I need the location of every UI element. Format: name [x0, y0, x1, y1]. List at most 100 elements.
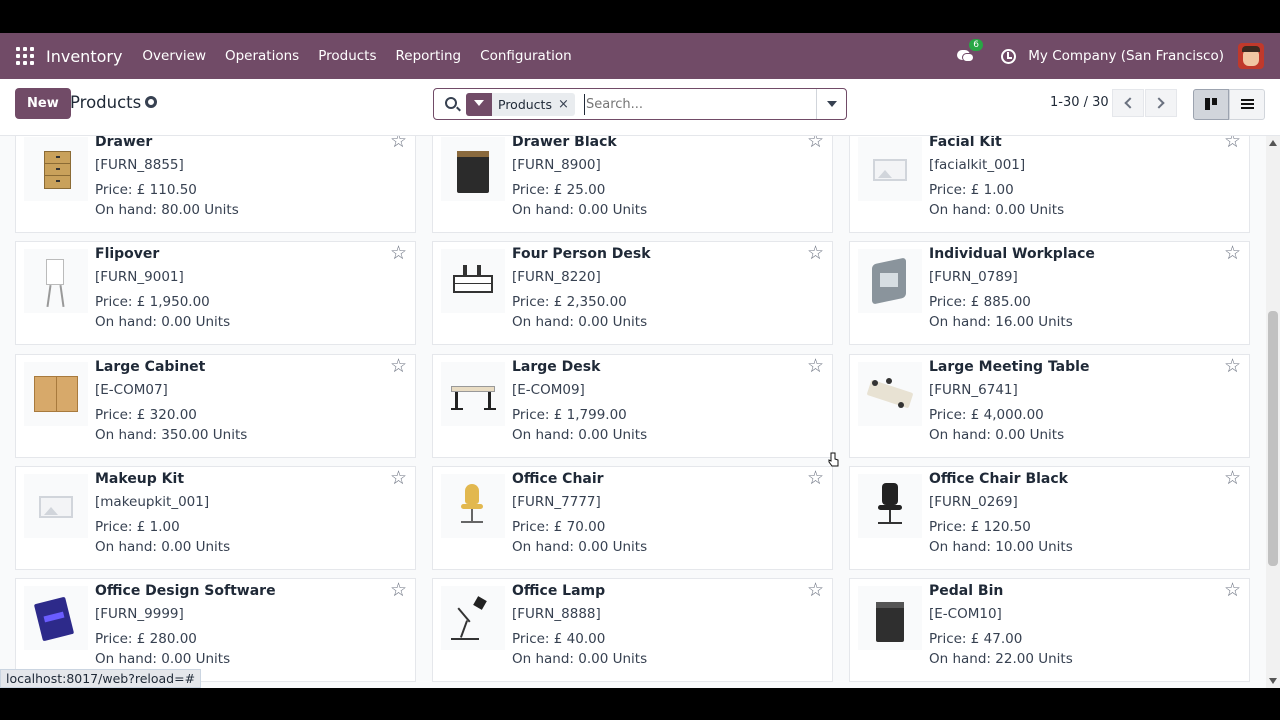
product-on-hand: On hand: 0.00 Units — [512, 539, 648, 555]
star-icon[interactable]: ☆ — [390, 136, 407, 151]
product-name: Makeup Kit — [95, 471, 185, 487]
chair-image — [441, 474, 505, 538]
kanban-view: Drawer [FURN_8855] Price: £ 110.50 On ha… — [0, 136, 1266, 688]
product-on-hand: On hand: 0.00 Units — [929, 202, 1065, 218]
cabinet-image — [24, 362, 88, 426]
menu-operations[interactable]: Operations — [225, 48, 299, 64]
product-price: Price: £ 280.00 — [95, 631, 197, 647]
product-card[interactable]: Large Meeting Table [FURN_6741] Price: £… — [849, 354, 1250, 458]
star-icon[interactable]: ☆ — [1224, 581, 1241, 600]
product-card[interactable]: Office Lamp [FURN_8888] Price: £ 40.00 O… — [432, 578, 833, 682]
product-card[interactable]: Office Chair [FURN_7777] Price: £ 70.00 … — [432, 466, 833, 570]
scroll-down-arrow-icon[interactable] — [1269, 678, 1277, 684]
app-grid-icon[interactable] — [16, 47, 34, 65]
product-price: Price: £ 4,000.00 — [929, 407, 1044, 423]
kanban-view-button[interactable] — [1193, 89, 1229, 120]
page-title[interactable]: Products — [70, 93, 141, 112]
company-switcher[interactable]: My Company (San Francisco) — [1028, 48, 1224, 64]
product-price: Price: £ 120.50 — [929, 519, 1031, 535]
product-card[interactable]: Four Person Desk [FURN_8220] Price: £ 2,… — [432, 241, 833, 345]
product-code: [FURN_9001] — [95, 269, 184, 285]
product-code: [FURN_8900] — [512, 157, 601, 173]
pager-next-button[interactable] — [1145, 89, 1177, 117]
star-icon[interactable]: ☆ — [1224, 469, 1241, 488]
product-card[interactable]: Office Design Software [FURN_9999] Price… — [15, 578, 416, 682]
product-card[interactable]: Large Cabinet [E-COM07] Price: £ 320.00 … — [15, 354, 416, 458]
product-price: Price: £ 1,950.00 — [95, 294, 210, 310]
product-name: Pedal Bin — [929, 583, 1004, 599]
chat-badge: 6 — [969, 39, 984, 51]
product-code: [E-COM07] — [95, 382, 168, 398]
product-card[interactable]: Flipover [FURN_9001] Price: £ 1,950.00 O… — [15, 241, 416, 345]
facet-remove-icon[interactable]: × — [558, 93, 575, 116]
product-code: [FURN_8220] — [512, 269, 601, 285]
vertical-scrollbar[interactable] — [1266, 136, 1280, 688]
product-card[interactable]: Makeup Kit [makeupkit_001] Price: £ 1.00… — [15, 466, 416, 570]
product-code: [facialkit_001] — [929, 157, 1026, 173]
scrollbar-thumb[interactable] — [1268, 311, 1278, 566]
star-icon[interactable]: ☆ — [390, 581, 407, 600]
placeholder-image — [24, 474, 88, 538]
product-name: Large Cabinet — [95, 359, 206, 375]
main-menu: Overview Operations Products Reporting C… — [142, 48, 590, 64]
product-price: Price: £ 1.00 — [95, 519, 180, 535]
product-card[interactable]: Pedal Bin [E-COM10] Price: £ 47.00 On ha… — [849, 578, 1250, 682]
product-on-hand: On hand: 0.00 Units — [95, 651, 231, 667]
star-icon[interactable]: ☆ — [1224, 357, 1241, 376]
product-on-hand: On hand: 0.00 Units — [512, 202, 648, 218]
product-card[interactable]: Drawer Black [FURN_8900] Price: £ 25.00 … — [432, 136, 833, 233]
product-card[interactable]: Individual Workplace [FURN_0789] Price: … — [849, 241, 1250, 345]
product-card[interactable]: Drawer [FURN_8855] Price: £ 110.50 On ha… — [15, 136, 416, 233]
list-view-button[interactable] — [1229, 89, 1265, 120]
filter-facet: Products × — [466, 93, 575, 116]
lamp-image — [441, 586, 505, 650]
product-price: Price: £ 110.50 — [95, 182, 197, 198]
product-price: Price: £ 40.00 — [512, 631, 606, 647]
star-icon[interactable]: ☆ — [807, 136, 824, 151]
product-card[interactable]: Facial Kit [facialkit_001] Price: £ 1.00… — [849, 136, 1250, 233]
pager-previous-button[interactable] — [1112, 89, 1144, 117]
product-code: [FURN_8888] — [512, 606, 601, 622]
product-code: [FURN_7777] — [512, 494, 601, 510]
chat-icon[interactable]: 6 — [957, 39, 984, 65]
product-name: Drawer Black — [512, 136, 617, 150]
star-icon[interactable]: ☆ — [390, 357, 407, 376]
user-avatar[interactable] — [1238, 43, 1264, 69]
meeting-table-image — [858, 362, 922, 426]
activity-clock-icon[interactable] — [1001, 48, 1017, 64]
product-card[interactable]: Office Chair Black [FURN_0269] Price: £ … — [849, 466, 1250, 570]
search-icon[interactable] — [445, 97, 457, 109]
product-name: Flipover — [95, 246, 160, 262]
menu-products[interactable]: Products — [318, 48, 376, 64]
menu-overview[interactable]: Overview — [142, 48, 206, 64]
search-options-toggle[interactable] — [816, 89, 846, 119]
star-icon[interactable]: ☆ — [807, 357, 824, 376]
flipover-image — [24, 249, 88, 313]
new-button[interactable]: New — [15, 88, 71, 119]
product-price: Price: £ 25.00 — [512, 182, 606, 198]
star-icon[interactable]: ☆ — [807, 244, 824, 263]
pager-value[interactable]: 1-30 / 30 — [1050, 95, 1109, 110]
star-icon[interactable]: ☆ — [390, 469, 407, 488]
scroll-up-arrow-icon[interactable] — [1269, 140, 1277, 146]
product-code: [E-COM09] — [512, 382, 585, 398]
star-icon[interactable]: ☆ — [807, 469, 824, 488]
search-input[interactable] — [584, 94, 814, 115]
placeholder-image — [858, 137, 922, 201]
product-card[interactable]: Large Desk [E-COM09] Price: £ 1,799.00 O… — [432, 354, 833, 458]
mouse-pointer-icon — [828, 452, 839, 467]
menu-reporting[interactable]: Reporting — [396, 48, 462, 64]
star-icon[interactable]: ☆ — [1224, 244, 1241, 263]
product-on-hand: On hand: 0.00 Units — [95, 539, 231, 555]
bin-image — [858, 586, 922, 650]
product-name: Large Meeting Table — [929, 359, 1090, 375]
product-price: Price: £ 2,350.00 — [512, 294, 627, 310]
gear-icon[interactable] — [145, 96, 157, 108]
menu-configuration[interactable]: Configuration — [480, 48, 572, 64]
star-icon[interactable]: ☆ — [807, 581, 824, 600]
star-icon[interactable]: ☆ — [390, 244, 407, 263]
app-name[interactable]: Inventory — [46, 47, 122, 66]
facet-label: Products — [498, 97, 552, 112]
product-on-hand: On hand: 0.00 Units — [512, 427, 648, 443]
star-icon[interactable]: ☆ — [1224, 136, 1241, 151]
